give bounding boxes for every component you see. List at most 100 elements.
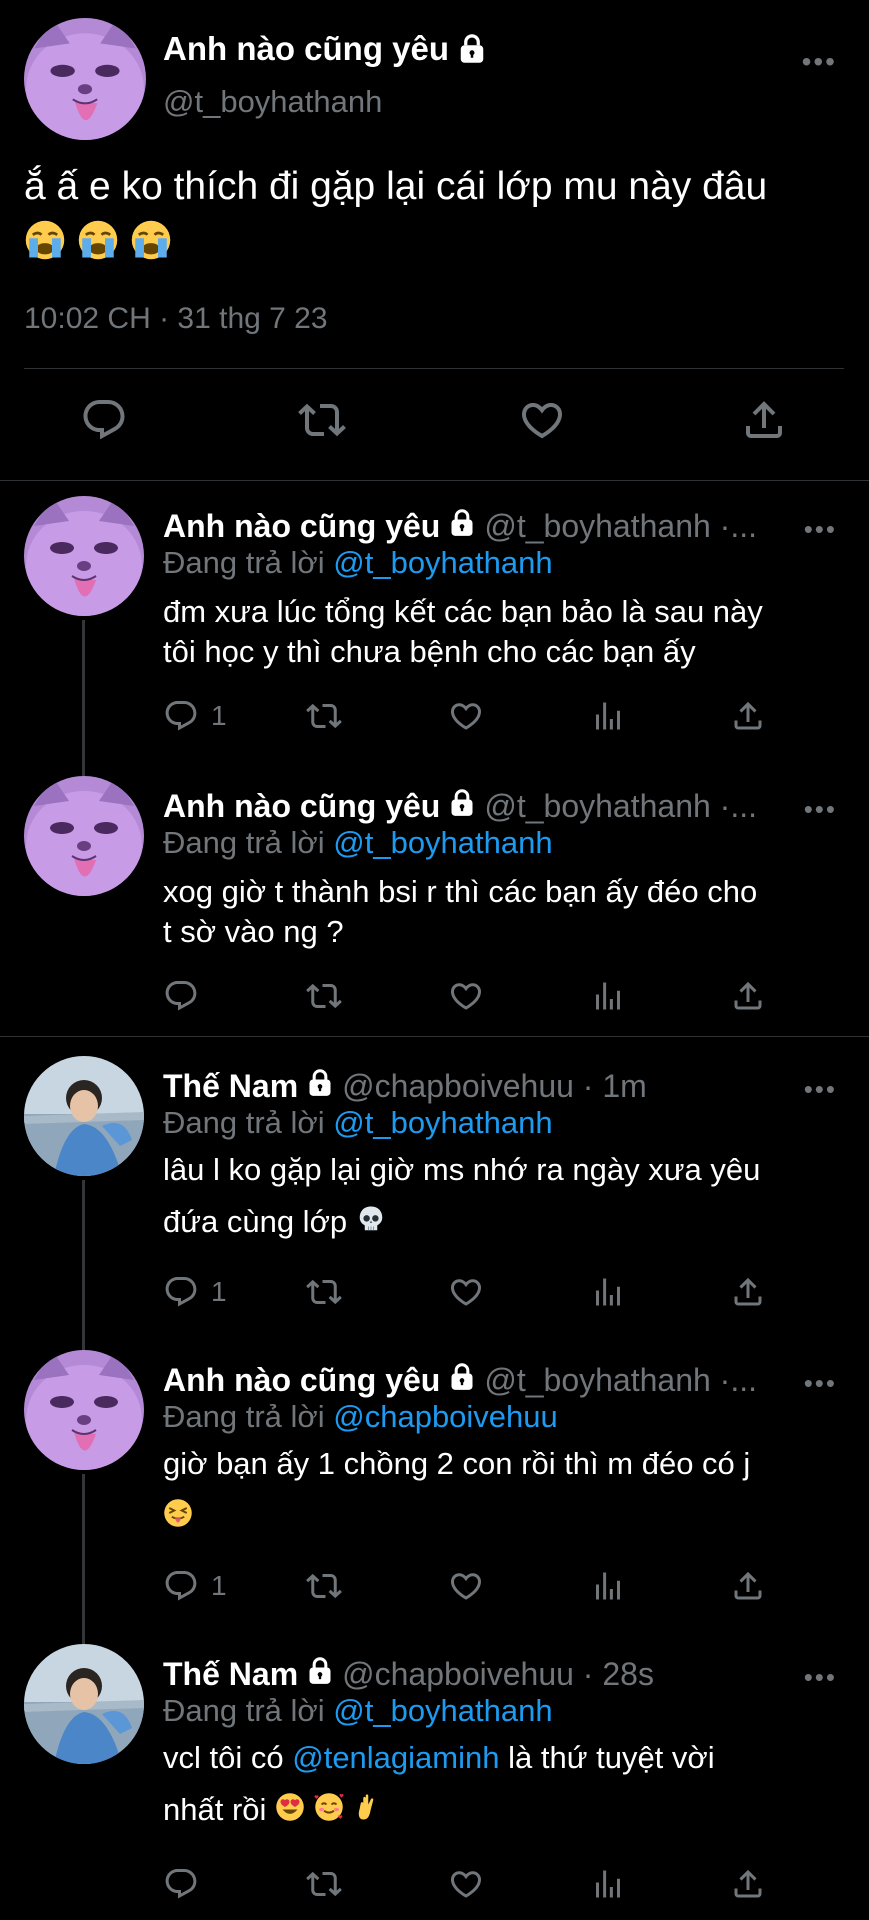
reply-tweet[interactable]: Anh nào cũng yêu @t_boyhathanh ·... ••• …: [0, 1350, 869, 1644]
reply-button[interactable]: 1: [163, 1270, 227, 1314]
thread-line: [82, 1474, 85, 1644]
share-icon[interactable]: [730, 1270, 766, 1314]
reply-button[interactable]: 1: [163, 694, 227, 738]
views-icon[interactable]: [590, 1862, 626, 1906]
reply-text: vcl tôi có @tenlagiaminh là thứ tuyệt vờ…: [163, 1732, 843, 1838]
retweet-icon[interactable]: [298, 396, 350, 448]
reply-avatar[interactable]: [24, 776, 144, 896]
reply-header: Anh nào cũng yêu @t_boyhathanh ·...: [163, 788, 793, 825]
tweet-timestamp[interactable]: 10:02 CH · 31 thg 7 23: [24, 302, 328, 336]
reply-handle[interactable]: @chapboivehuu · 1m: [342, 1068, 647, 1105]
reply-button[interactable]: 1: [163, 1564, 227, 1608]
author-handle[interactable]: @t_boyhathanh: [163, 84, 382, 120]
reply-avatar[interactable]: [24, 1350, 144, 1470]
divider: [0, 480, 869, 481]
heart-icon[interactable]: [448, 1862, 484, 1906]
lock-icon: [448, 788, 476, 825]
reply-author-name[interactable]: Anh nào cũng yêu: [163, 508, 440, 545]
reply-icon[interactable]: [163, 1862, 199, 1906]
mention-link[interactable]: @t_boyhathanh: [333, 825, 552, 860]
heart-icon[interactable]: [448, 1564, 484, 1608]
reply-text: giờ bạn ấy 1 chồng 2 con rồi thì m đéo c…: [163, 1438, 843, 1544]
retweet-icon[interactable]: [306, 974, 342, 1018]
reply-icon: [163, 1274, 199, 1310]
replying-to: Đang trả lời @t_boyhathanh: [163, 545, 553, 580]
reply-handle[interactable]: @t_boyhathanh ·...: [484, 788, 757, 825]
heart-icon[interactable]: [448, 694, 484, 738]
views-icon[interactable]: [590, 1564, 626, 1608]
more-icon[interactable]: •••: [804, 1662, 837, 1693]
more-icon[interactable]: •••: [802, 46, 837, 78]
reply-text: xog giờ t thành bsi r thì các bạn ấy đéo…: [163, 874, 758, 949]
thread-line: [82, 620, 85, 776]
reply-author-name[interactable]: Thế Nam: [163, 1656, 298, 1693]
reply-actions: 1: [163, 1270, 843, 1314]
retweet-icon[interactable]: [306, 1270, 342, 1314]
heart-icon[interactable]: [518, 396, 570, 448]
reply-tweet[interactable]: Thế Nam @chapboivehuu · 28s ••• Đang trả…: [0, 1644, 869, 1914]
mention-link[interactable]: @t_boyhathanh: [333, 1105, 552, 1140]
replying-to: Đang trả lời @chapboivehuu: [163, 1399, 558, 1434]
reply-avatar[interactable]: [24, 1644, 144, 1764]
reply-tweet[interactable]: Thế Nam @chapboivehuu · 1m ••• Đang trả …: [0, 1056, 869, 1355]
retweet-icon[interactable]: [306, 1564, 342, 1608]
more-icon[interactable]: •••: [804, 514, 837, 545]
heart-icon[interactable]: [448, 1270, 484, 1314]
reply-icon: [163, 698, 199, 734]
tongue-face-emoji-icon: [163, 1492, 193, 1544]
mention-link[interactable]: @t_boyhathanh: [333, 1693, 552, 1728]
reply-header: Thế Nam @chapboivehuu · 1m: [163, 1068, 793, 1105]
reply-author-name[interactable]: Anh nào cũng yêu: [163, 1362, 440, 1399]
reply-handle[interactable]: @t_boyhathanh ·...: [484, 508, 757, 545]
author-name[interactable]: Anh nào cũng yêu: [163, 30, 487, 68]
crossed-fingers-emoji-icon: [352, 1786, 382, 1838]
lock-icon: [306, 1656, 334, 1693]
author-avatar[interactable]: [24, 18, 146, 140]
retweet-icon[interactable]: [306, 694, 342, 738]
mention-link[interactable]: @tenlagiaminh: [292, 1740, 499, 1775]
views-icon[interactable]: [590, 694, 626, 738]
reply-actions: [163, 974, 843, 1018]
lock-icon: [457, 34, 487, 64]
heart-icon[interactable]: [448, 974, 484, 1018]
divider: [0, 1036, 869, 1037]
share-icon[interactable]: [730, 974, 766, 1018]
skull-emoji-icon: [356, 1198, 386, 1250]
reply-author-name[interactable]: Anh nào cũng yêu: [163, 788, 440, 825]
reply-handle[interactable]: @chapboivehuu · 28s: [342, 1656, 654, 1693]
reply-header: Anh nào cũng yêu @t_boyhathanh ·...: [163, 1362, 793, 1399]
reply-author-name[interactable]: Thế Nam: [163, 1068, 298, 1105]
more-icon[interactable]: •••: [804, 1368, 837, 1399]
smiling-hearts-emoji-icon: [314, 1786, 344, 1838]
share-icon[interactable]: [730, 1862, 766, 1906]
reply-actions: [163, 1862, 843, 1906]
reply-tweet[interactable]: Anh nào cũng yêu @t_boyhathanh ·... ••• …: [0, 496, 869, 776]
reply-avatar[interactable]: [24, 496, 144, 616]
reply-actions: 1: [163, 1564, 843, 1608]
crying-emoji-icon: [24, 219, 66, 279]
divider: [24, 368, 844, 369]
retweet-icon[interactable]: [306, 1862, 342, 1906]
crying-emoji-icon: [77, 219, 119, 279]
mention-link[interactable]: @t_boyhathanh: [333, 545, 552, 580]
reply-icon[interactable]: [163, 974, 199, 1018]
more-icon[interactable]: •••: [804, 1074, 837, 1105]
reply-tweet[interactable]: Anh nào cũng yêu @t_boyhathanh ·... ••• …: [0, 776, 869, 1026]
reply-actions: 1: [163, 694, 843, 738]
mention-link[interactable]: @chapboivehuu: [333, 1399, 558, 1434]
views-icon[interactable]: [590, 974, 626, 1018]
share-icon[interactable]: [730, 694, 766, 738]
reply-icon: [163, 1568, 199, 1604]
replying-to: Đang trả lời @t_boyhathanh: [163, 825, 553, 860]
reply-handle[interactable]: @t_boyhathanh ·...: [484, 1362, 757, 1399]
heart-eyes-emoji-icon: [275, 1786, 305, 1838]
more-icon[interactable]: •••: [804, 794, 837, 825]
reply-icon[interactable]: [80, 396, 132, 448]
views-icon[interactable]: [590, 1270, 626, 1314]
replying-to: Đang trả lời @t_boyhathanh: [163, 1105, 553, 1140]
share-icon[interactable]: [740, 396, 792, 448]
reply-avatar[interactable]: [24, 1056, 144, 1176]
thread-line: [82, 1180, 85, 1355]
share-icon[interactable]: [730, 1564, 766, 1608]
lock-icon: [306, 1068, 334, 1105]
